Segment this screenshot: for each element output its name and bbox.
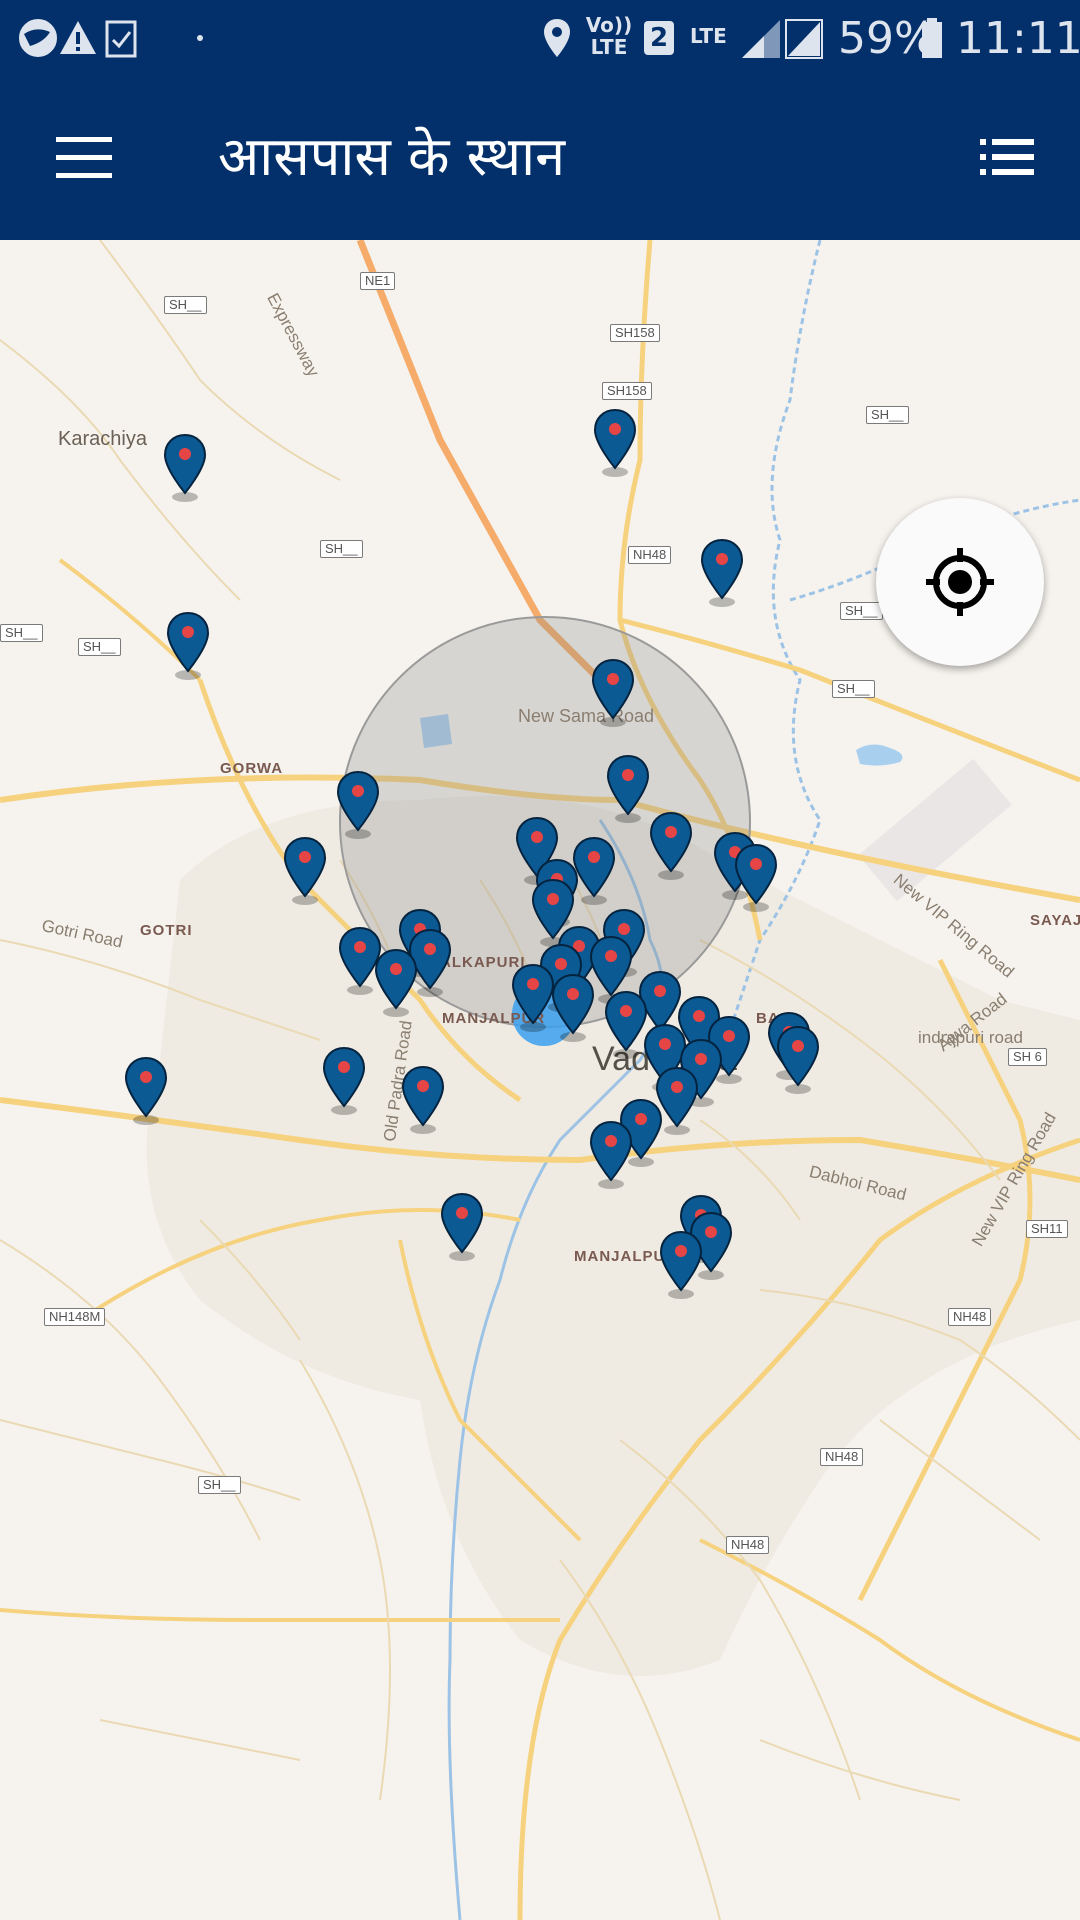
status-bar: Vo)) LTE 2 LTE 59% 11:11 bbox=[0, 0, 1080, 75]
road-shield: SH__ bbox=[866, 406, 909, 424]
map-pin-icon bbox=[649, 811, 693, 880]
place-marker[interactable] bbox=[648, 811, 694, 881]
place-marker[interactable] bbox=[165, 611, 211, 681]
warning-icon bbox=[58, 10, 98, 66]
map-pin-icon bbox=[283, 836, 327, 905]
my-location-button[interactable] bbox=[876, 498, 1044, 666]
menu-button[interactable] bbox=[40, 115, 130, 199]
list-view-button[interactable] bbox=[960, 115, 1050, 199]
globe-icon bbox=[16, 10, 60, 66]
road-label-indrapuri-road: indrapuri road bbox=[918, 1028, 1023, 1047]
map-pin-icon bbox=[606, 754, 650, 823]
road-shield: SH11 bbox=[1026, 1220, 1068, 1238]
place-marker[interactable] bbox=[590, 658, 636, 728]
place-label-gorwa: GORWA bbox=[220, 760, 284, 777]
place-label-sayaji: SAYAJI bbox=[1030, 912, 1080, 929]
map-pin-icon bbox=[734, 843, 778, 912]
place-marker[interactable] bbox=[588, 1120, 634, 1190]
map-pin-icon bbox=[163, 433, 207, 502]
place-marker[interactable] bbox=[733, 843, 779, 913]
map-pin-icon bbox=[440, 1192, 484, 1261]
place-marker[interactable] bbox=[592, 408, 638, 478]
place-marker[interactable] bbox=[658, 1230, 704, 1300]
place-marker[interactable] bbox=[439, 1192, 485, 1262]
battery-icon bbox=[920, 10, 944, 66]
map-pin-icon bbox=[322, 1046, 366, 1115]
road-shield: SH158 bbox=[602, 382, 652, 400]
app-bar: आसपास के स्थान bbox=[0, 75, 1080, 240]
road-shield: SH 6 bbox=[1008, 1048, 1047, 1066]
place-marker[interactable] bbox=[605, 754, 651, 824]
map-pin-icon bbox=[336, 770, 380, 839]
road-shield: SH__ bbox=[320, 540, 363, 558]
signal-icon bbox=[740, 10, 826, 66]
volte-label: Vo)) LTE bbox=[585, 13, 633, 59]
road-shield: SH158 bbox=[610, 324, 660, 342]
place-marker[interactable] bbox=[335, 770, 381, 840]
place-marker[interactable] bbox=[123, 1056, 169, 1126]
hamburger-menu-icon bbox=[56, 137, 112, 178]
place-label-karachiya: Karachiya bbox=[58, 428, 147, 450]
map-pin-icon bbox=[591, 658, 635, 727]
road-shield: NH48 bbox=[628, 546, 672, 564]
clock: 11:11 bbox=[956, 12, 1080, 64]
place-marker[interactable] bbox=[282, 836, 328, 906]
map-pin-icon bbox=[551, 973, 595, 1042]
place-marker[interactable] bbox=[775, 1025, 821, 1095]
place-marker[interactable] bbox=[162, 433, 208, 503]
dot-icon bbox=[196, 10, 204, 66]
page-title: आसपास के स्थान bbox=[218, 125, 566, 188]
lte-label: LTE bbox=[690, 24, 727, 48]
list-view-icon bbox=[980, 139, 1034, 175]
place-marker[interactable] bbox=[550, 973, 596, 1043]
road-shield: SH__ bbox=[198, 1476, 241, 1494]
road-shield: NH148M bbox=[44, 1308, 106, 1326]
road-shield: SH__ bbox=[164, 296, 207, 314]
road-shield: NE1 bbox=[360, 272, 396, 290]
sim-slot-badge: 2 bbox=[644, 10, 675, 66]
map-pin-icon bbox=[593, 408, 637, 477]
road-shield: SH__ bbox=[78, 638, 121, 656]
road-shield: NH48 bbox=[948, 1308, 992, 1326]
map-pin-icon bbox=[166, 611, 210, 680]
location-pin-icon bbox=[542, 10, 572, 66]
map-pin-icon bbox=[124, 1056, 168, 1125]
my-location-crosshair-icon bbox=[926, 548, 994, 616]
clipboard-check-icon bbox=[104, 10, 138, 66]
map-pin-icon bbox=[401, 1065, 445, 1134]
place-label-gotri: GOTRI bbox=[140, 922, 193, 939]
place-marker[interactable] bbox=[699, 538, 745, 608]
place-marker[interactable] bbox=[321, 1046, 367, 1116]
road-shield: NH48 bbox=[726, 1536, 770, 1554]
map-pin-icon bbox=[659, 1230, 703, 1299]
road-shield: SH__ bbox=[0, 624, 43, 642]
map-pin-icon bbox=[374, 948, 418, 1017]
road-shield: SH__ bbox=[832, 680, 875, 698]
map-pin-icon bbox=[776, 1025, 820, 1094]
place-marker[interactable] bbox=[400, 1065, 446, 1135]
map-pin-icon bbox=[700, 538, 744, 607]
place-marker[interactable] bbox=[373, 948, 419, 1018]
map-view[interactable]: Karachiya GORWA GOTRI ALKAPURI MANJALPUR… bbox=[0, 240, 1080, 1920]
road-shield: NH48 bbox=[820, 1448, 864, 1466]
map-pin-icon bbox=[589, 1120, 633, 1189]
